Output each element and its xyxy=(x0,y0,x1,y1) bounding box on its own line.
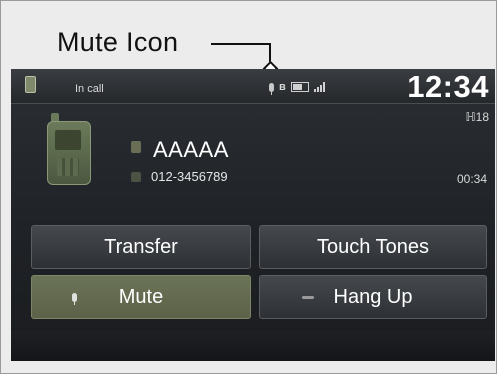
status-bar: In call ʙ 12:34 xyxy=(11,69,495,104)
signal-strength-indicator: ℍ18 xyxy=(465,110,489,124)
call-duration: 00:34 xyxy=(456,172,487,186)
hang-up-icon xyxy=(302,296,314,299)
phone-call-screen: In call ʙ 12:34 AAAAA 012-3456789 ℍ18 00… xyxy=(11,69,495,361)
battery-icon xyxy=(290,82,309,92)
status-icons: ʙ xyxy=(269,80,325,95)
transfer-button[interactable]: Transfer xyxy=(31,225,251,269)
callout-label: Mute Icon xyxy=(57,27,179,57)
screen-bottom-strip xyxy=(11,331,495,361)
hang-up-button-label: Hang Up xyxy=(333,285,413,308)
call-status-text: In call xyxy=(75,83,104,95)
mobile-phone-icon xyxy=(47,121,91,185)
contact-number: 012-3456789 xyxy=(151,169,228,184)
touch-tones-button[interactable]: Touch Tones xyxy=(259,225,487,269)
phone-number-icon xyxy=(131,172,141,182)
mute-mic-icon xyxy=(269,82,274,95)
touch-tones-button-label: Touch Tones xyxy=(317,235,429,258)
contact-icon xyxy=(131,141,141,153)
bluetooth-icon: ʙ xyxy=(279,81,286,93)
mic-icon xyxy=(72,293,77,305)
transfer-button-label: Transfer xyxy=(104,235,178,258)
contact-name: AAAAA xyxy=(153,137,229,162)
hang-up-button[interactable]: Hang Up xyxy=(259,275,487,319)
mute-button[interactable]: Mute xyxy=(31,275,251,319)
mute-button-label: Mute xyxy=(118,285,164,308)
phone-icon xyxy=(25,76,36,93)
figure-frame: Mute Icon In call ʙ 12:34 AAAAA 012-3456… xyxy=(0,0,497,374)
signal-icon xyxy=(313,82,325,92)
clock: 12:34 xyxy=(407,69,489,104)
callout-line xyxy=(211,43,271,45)
